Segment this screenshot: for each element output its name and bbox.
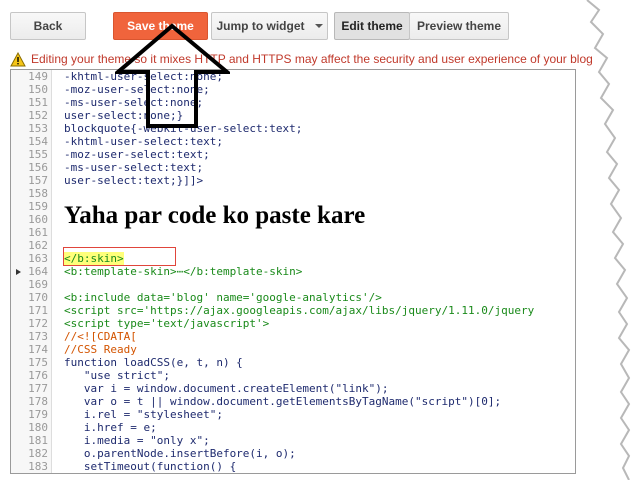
code-text: //CSS Ready	[64, 343, 137, 356]
line-number: 180	[28, 421, 48, 434]
line-number: 183	[28, 460, 48, 473]
code-line: 175 function loadCSS(e, t, n) {	[11, 356, 575, 369]
code-line: 158	[11, 187, 575, 200]
edit-theme-tab[interactable]: Edit theme	[334, 12, 410, 40]
code-line: 150 -moz-user-select:none;	[11, 83, 575, 96]
annotation-heading: Yaha par code ko paste kare	[64, 202, 366, 229]
code-line: 156 -ms-user-select:text;	[11, 161, 575, 174]
code-text: o.parentNode.insertBefore(i, o);	[64, 447, 296, 460]
code-line: 170 <b:include data='blog' name='google-a…	[11, 291, 575, 304]
code-text: i.media = "only x";	[64, 434, 210, 447]
code-line: 182 o.parentNode.insertBefore(i, o);	[11, 447, 575, 460]
line-number: 163	[28, 252, 48, 265]
code-text: user-select:text;}]]>	[64, 174, 204, 187]
fold-arrow-icon[interactable]	[16, 269, 21, 275]
line-number: 160	[28, 213, 48, 226]
line-number: 169	[28, 278, 48, 291]
line-number: 150	[28, 83, 48, 96]
back-button[interactable]: Back	[10, 12, 86, 40]
code-line: 154 -khtml-user-select:text;	[11, 135, 575, 148]
code-text: -moz-user-select:text;	[64, 148, 210, 161]
code-text: <b:include data='blog' name='google-anal…	[64, 291, 382, 304]
code-line: 149 -khtml-user-select:none;	[11, 70, 575, 83]
code-line: 164 <b:template-skin>⋯</b:template-skin>	[11, 265, 575, 278]
code-line: 181 i.media = "only x";	[11, 434, 575, 447]
line-number: 155	[28, 148, 48, 161]
line-number: 181	[28, 434, 48, 447]
code-text: var i = window.document.createElement("l…	[64, 382, 389, 395]
line-number: 172	[28, 317, 48, 330]
line-number: 162	[28, 239, 48, 252]
code-line: 169	[11, 278, 575, 291]
line-number: 151	[28, 96, 48, 109]
line-number: 154	[28, 135, 48, 148]
line-number: 171	[28, 304, 48, 317]
line-number: 178	[28, 395, 48, 408]
code-text: <script type='text/javascript'>	[64, 317, 270, 330]
highlight-box	[63, 247, 176, 266]
mixed-content-warning: Editing your theme so it mixes HTTP and …	[10, 50, 633, 68]
line-number: 161	[28, 226, 48, 239]
code-line: 176 "use strict";	[11, 369, 575, 382]
line-number: 179	[28, 408, 48, 421]
line-number: 149	[28, 70, 48, 83]
torn-edge	[586, 0, 633, 480]
preview-theme-tab[interactable]: Preview theme	[409, 12, 509, 40]
code-text: function loadCSS(e, t, n) {	[64, 356, 243, 369]
line-number: 152	[28, 109, 48, 122]
code-text: <script src='https://ajax.googleapis.com…	[64, 304, 535, 317]
code-text: var o = t || window.document.getElements…	[64, 395, 502, 408]
line-number: 158	[28, 187, 48, 200]
line-number: 173	[28, 330, 48, 343]
code-text: i.media = n || "all"	[64, 473, 236, 474]
code-line: 173 //<![CDATA[	[11, 330, 575, 343]
code-text: i.href = e;	[64, 421, 157, 434]
code-text: -khtml-user-select:text;	[64, 135, 223, 148]
line-number: 184	[11, 473, 48, 474]
line-number: 170	[28, 291, 48, 304]
line-number: 177	[28, 382, 48, 395]
code-line: 183 setTimeout(function() {	[11, 460, 575, 473]
code-text: //<![CDATA[	[64, 330, 137, 343]
code-text: -ms-user-select:text;	[64, 161, 204, 174]
code-line: 174 //CSS Ready	[11, 343, 575, 356]
code-line: 152 user-select:none;}	[11, 109, 575, 122]
line-number: 159	[28, 200, 48, 213]
line-number: 182	[28, 447, 48, 460]
code-line: 171 <script src='https://ajax.googleapis.…	[11, 304, 575, 317]
line-number: 174	[28, 343, 48, 356]
line-number: 176	[28, 369, 48, 382]
line-number: 156	[28, 161, 48, 174]
code-line: 184 i.media = n || "all"	[11, 473, 575, 474]
code-line: 151 -ms-user-select:none;	[11, 96, 575, 109]
line-number: 157	[28, 174, 48, 187]
code-line: 172 <script type='text/javascript'>	[11, 317, 575, 330]
code-line: 178 var o = t || window.document.getElem…	[11, 395, 575, 408]
code-line: 179 i.rel = "stylesheet";	[11, 408, 575, 421]
code-line: 177 var i = window.document.createElemen…	[11, 382, 575, 395]
code-line: 180 i.href = e;	[11, 421, 575, 434]
code-editor[interactable]: 149 -khtml-user-select:none; 150 -moz-user-…	[10, 69, 576, 474]
line-number: 153	[28, 122, 48, 135]
code-line: 153 blockquote{-webkit-user-select:text;	[11, 122, 575, 135]
code-text: "use strict";	[64, 369, 170, 382]
code-line: 157 user-select:text;}]]>	[11, 174, 575, 187]
code-line: 155 -moz-user-select:text;	[11, 148, 575, 161]
code-text: <b:template-skin>⋯</b:template-skin>	[64, 265, 303, 278]
line-number: 175	[28, 356, 48, 369]
code-text: setTimeout(function() {	[64, 460, 237, 473]
code-text: i.rel = "stylesheet";	[64, 408, 223, 421]
warning-icon	[10, 51, 26, 66]
chevron-down-icon	[314, 24, 323, 28]
up-arrow-annotation	[115, 23, 230, 128]
